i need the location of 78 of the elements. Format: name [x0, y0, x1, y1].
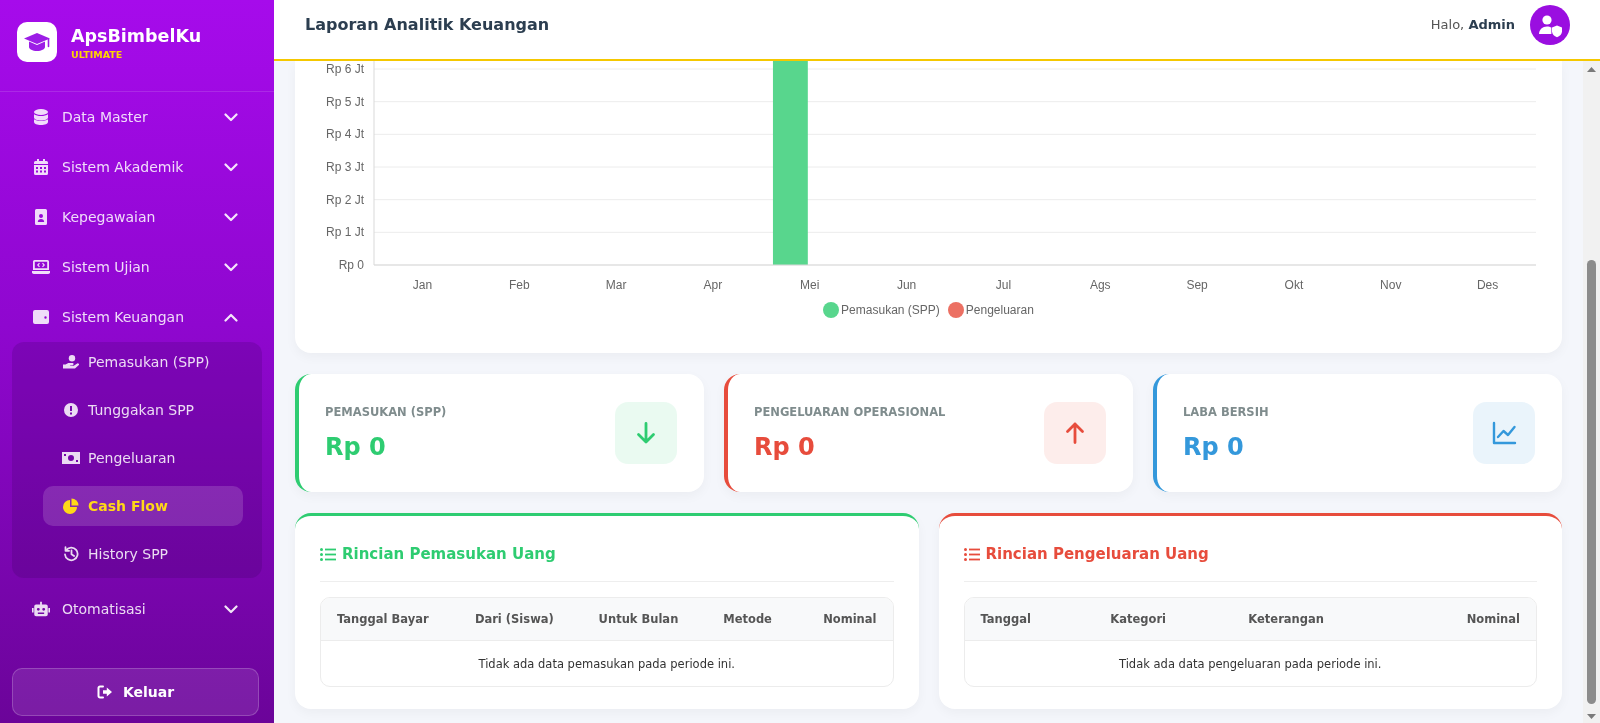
y-axis-label: Rp 0 [338, 258, 364, 272]
table-header-cell: Keterangan [1232, 598, 1402, 641]
laptop-icon [32, 260, 50, 274]
x-axis-label: Jan [412, 278, 433, 292]
x-axis-label: Jul [995, 278, 1012, 292]
x-axis-label: Mar [605, 278, 627, 292]
table-header-cell: Nominal [1401, 598, 1536, 641]
user-shield-icon[interactable] [1530, 4, 1570, 45]
sidebar-menu-item[interactable]: Otomatisasi [0, 584, 274, 634]
line-chart-icon [1473, 402, 1535, 464]
card-title: Rincian Pemasukan Uang [342, 545, 556, 563]
logout-button[interactable]: Keluar [12, 668, 259, 716]
x-axis-label: Des [1476, 278, 1499, 292]
stat-label: LABA BERSIH [1183, 404, 1269, 420]
x-axis-label: Jun [896, 278, 917, 292]
empty-table-message: Tidak ada data pemasukan pada periode ini. [477, 655, 736, 673]
scroll-down-arrow-icon[interactable] [1587, 714, 1596, 719]
y-axis-label: Rp 5 Jt [326, 94, 364, 109]
table-header-cell: Dari (Siswa) [458, 598, 583, 641]
submenu-item[interactable]: History SPP [43, 534, 243, 574]
scrollbar-track[interactable] [1583, 61, 1600, 723]
x-axis-label: Nov [1380, 278, 1402, 292]
brand-name: ApsBimbelKu [71, 25, 202, 47]
scrollbar-thumb[interactable] [1587, 260, 1596, 704]
submenu-item[interactable]: Pengeluaran [43, 438, 243, 478]
x-axis-label: Apr [703, 278, 723, 292]
legend-item[interactable]: Pemasukan (SPP) [823, 302, 940, 318]
hand-coin-icon [63, 355, 79, 369]
scroll-up-arrow-icon[interactable] [1587, 67, 1596, 72]
banknote-icon [62, 452, 80, 464]
table-header-cell: Kategori [1094, 598, 1233, 641]
graduation-cap-icon [17, 22, 57, 62]
robot-icon [32, 601, 50, 617]
logout-icon [96, 685, 113, 699]
sidebar-menu-item[interactable]: Data Master [0, 92, 274, 142]
stat-label: PEMASUKAN (SPP) [325, 404, 447, 420]
submenu-item[interactable]: Tunggakan SPP [43, 390, 243, 430]
x-axis-label: Feb [508, 278, 530, 292]
submenu-item[interactable]: Cash Flow [43, 486, 243, 526]
id-badge-icon [35, 209, 47, 225]
sidebar-menu-item[interactable]: Sistem Ujian [0, 242, 274, 292]
wallet-icon [33, 310, 49, 324]
empty-table-message: Tidak ada data pengeluaran pada periode ini. [1118, 655, 1383, 673]
y-axis-label: Rp 2 Jt [326, 192, 364, 207]
sidebar-menu-item[interactable]: Sistem Keuangan [0, 292, 274, 342]
x-axis-label: Ags [1089, 278, 1111, 292]
legend-item[interactable]: Pengeluaran [947, 302, 1034, 318]
x-axis-label: Mei [800, 278, 820, 292]
submenu-item[interactable]: Pemasukan (SPP) [43, 342, 243, 382]
list-icon [963, 547, 980, 561]
y-axis-label: Rp 6 Jt [326, 62, 364, 76]
stat-value: Rp 0 [1183, 432, 1245, 462]
y-axis-label: Rp 3 Jt [326, 160, 364, 174]
arrow-down-icon [615, 402, 677, 464]
stat-label: PENGELUARAN OPERASIONAL [754, 404, 946, 420]
table-header-cell: Metode [707, 598, 798, 641]
y-axis-label: Rp 1 Jt [326, 225, 364, 240]
history-icon [63, 546, 79, 562]
table-header-cell: Untuk Bulan [582, 598, 708, 641]
pie-chart-icon [63, 498, 79, 514]
x-axis-label: Sep [1186, 278, 1208, 292]
page-title: Laporan Analitik Keuangan [305, 15, 550, 34]
stat-value: Rp 0 [325, 432, 387, 462]
table-header-cell: Tanggal [964, 598, 1095, 641]
greeting-text: Halo, Admin [1430, 17, 1515, 32]
x-axis-label: Okt [1284, 278, 1304, 292]
stat-value: Rp 0 [754, 432, 816, 462]
sidebar-menu-item[interactable]: Sistem Akademik [0, 142, 274, 192]
y-axis-label: Rp 4 Jt [326, 127, 364, 142]
brand-tier-label: ULTIMATE [71, 48, 124, 62]
calendar-icon [34, 159, 48, 175]
table-header-cell: Tanggal Bayar [321, 598, 459, 641]
table-header-cell: Nominal [797, 598, 893, 641]
sidebar-menu-item[interactable]: Kepegawaian [0, 192, 274, 242]
card-title: Rincian Pengeluaran Uang [985, 545, 1209, 563]
list-icon [320, 547, 336, 561]
arrow-up-icon [1044, 402, 1106, 464]
database-icon [34, 109, 48, 125]
